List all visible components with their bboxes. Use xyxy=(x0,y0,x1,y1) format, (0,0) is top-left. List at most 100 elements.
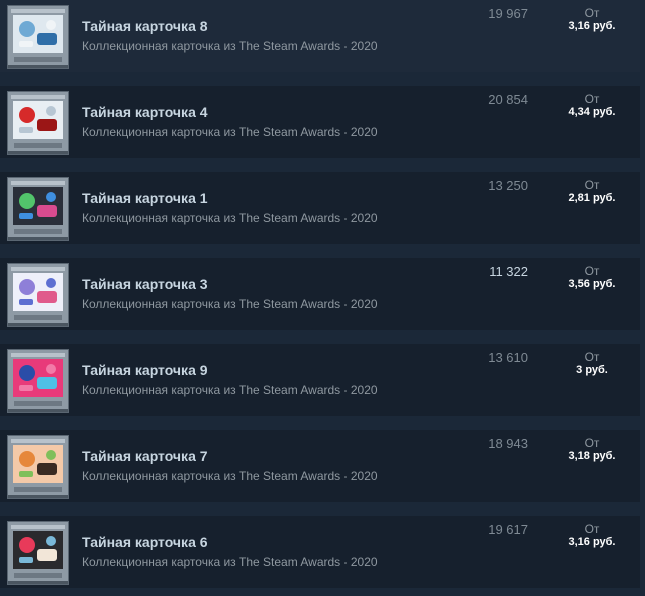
card-art-shape xyxy=(19,21,35,37)
red-vehicle-card-art xyxy=(19,106,57,133)
card-art-shape xyxy=(19,471,33,477)
card-frame-edge xyxy=(8,495,68,498)
card-art-shape xyxy=(46,364,56,374)
card-footer-strip xyxy=(14,143,62,148)
item-name[interactable]: Тайная карточка 7 xyxy=(82,448,208,464)
card-art-shape xyxy=(46,278,56,288)
price-prefix: От xyxy=(584,178,600,192)
listing-row[interactable]: Тайная карточка 3 Коллекционная карточка… xyxy=(0,258,640,330)
card-footer-strip xyxy=(14,57,62,62)
item-price: 3,56 руб. xyxy=(568,278,616,290)
listing-row[interactable]: Тайная карточка 9 Коллекционная карточка… xyxy=(0,344,640,416)
card-art-shape xyxy=(19,385,33,391)
card-art-shape xyxy=(19,299,33,305)
card-art-shape xyxy=(46,536,56,546)
listing-row[interactable]: Тайная карточка 1 Коллекционная карточка… xyxy=(0,172,640,244)
card-header-strip xyxy=(11,439,65,443)
card-header-strip xyxy=(11,95,65,99)
item-price: 2,81 руб. xyxy=(568,192,616,204)
card-footer-strip xyxy=(14,401,62,406)
card-footer-strip xyxy=(14,573,62,578)
card-art xyxy=(13,15,63,53)
card-header-strip xyxy=(11,525,65,529)
item-quantity: 13 250 xyxy=(488,178,528,193)
card-art-shape xyxy=(19,279,35,295)
card-art-shape xyxy=(19,537,35,553)
card-art-shape xyxy=(46,192,56,202)
price-prefix: От xyxy=(584,92,600,106)
price-prefix: От xyxy=(584,6,600,20)
item-quantity: 18 943 xyxy=(488,436,528,451)
card-art-shape xyxy=(37,291,57,303)
price-prefix: От xyxy=(584,436,600,450)
item-game: Коллекционная карточка из The Steam Awar… xyxy=(82,211,378,225)
card-footer-strip xyxy=(14,315,62,320)
pattern-card-art xyxy=(19,278,57,305)
item-game: Коллекционная карточка из The Steam Awar… xyxy=(82,125,378,139)
card-art-shape xyxy=(46,20,56,30)
card-frame-edge xyxy=(8,151,68,154)
item-game: Коллекционная карточка из The Steam Awar… xyxy=(82,555,378,569)
card-art-shape xyxy=(19,557,33,563)
card-frame-edge xyxy=(8,409,68,412)
card-header-strip xyxy=(11,9,65,13)
space-card-art xyxy=(19,536,57,563)
item-game: Коллекционная карточка из The Steam Awar… xyxy=(82,469,378,483)
card-art xyxy=(13,187,63,225)
listing-row[interactable]: Тайная карточка 8 Коллекционная карточка… xyxy=(0,0,640,72)
faces-grid-card-art xyxy=(19,192,57,219)
item-name[interactable]: Тайная карточка 3 xyxy=(82,276,208,292)
card-thumbnail xyxy=(7,5,69,69)
card-art-shape xyxy=(37,205,57,217)
card-frame-edge xyxy=(8,65,68,68)
item-name[interactable]: Тайная карточка 8 xyxy=(82,18,208,34)
item-name[interactable]: Тайная карточка 6 xyxy=(82,534,208,550)
card-art-shape xyxy=(19,41,33,47)
card-art-shape xyxy=(46,106,56,116)
snail-card-art xyxy=(19,364,57,391)
price-prefix: От xyxy=(584,264,600,278)
card-art xyxy=(13,273,63,311)
listing-row[interactable]: Тайная карточка 7 Коллекционная карточка… xyxy=(0,430,640,502)
item-name[interactable]: Тайная карточка 4 xyxy=(82,104,208,120)
card-thumbnail xyxy=(7,177,69,241)
card-thumbnail xyxy=(7,263,69,327)
card-thumbnail xyxy=(7,521,69,585)
card-art-shape xyxy=(46,450,56,460)
card-footer-strip xyxy=(14,229,62,234)
veggie-card-art xyxy=(19,450,57,477)
card-thumbnail xyxy=(7,435,69,499)
card-art-shape xyxy=(37,463,57,475)
card-art-shape xyxy=(37,33,57,45)
item-quantity: 19 617 xyxy=(488,522,528,537)
item-price: 4,34 руб. xyxy=(568,106,616,118)
card-header-strip xyxy=(11,267,65,271)
item-game: Коллекционная карточка из The Steam Awar… xyxy=(82,39,378,53)
listing-row[interactable]: Тайная карточка 4 Коллекционная карточка… xyxy=(0,86,640,158)
card-art-shape xyxy=(19,107,35,123)
item-quantity: 13 610 xyxy=(488,350,528,365)
item-quantity: 19 967 xyxy=(488,6,528,21)
item-game: Коллекционная карточка из The Steam Awar… xyxy=(82,297,378,311)
scrollbar-track[interactable] xyxy=(640,0,645,596)
card-art-shape xyxy=(37,119,57,131)
price-prefix: От xyxy=(584,522,600,536)
ice-scene-card-art xyxy=(19,20,57,47)
card-art-shape xyxy=(19,193,35,209)
card-frame-edge xyxy=(8,581,68,584)
card-art-shape xyxy=(19,451,35,467)
item-price: 3,16 руб. xyxy=(568,536,616,548)
market-listing: Тайная карточка 8 Коллекционная карточка… xyxy=(0,0,645,596)
card-frame-edge xyxy=(8,237,68,240)
item-quantity: 11 322 xyxy=(489,264,528,279)
card-art-shape xyxy=(37,377,57,389)
card-art xyxy=(13,531,63,569)
card-thumbnail xyxy=(7,349,69,413)
item-price: 3,16 руб. xyxy=(568,20,616,32)
item-name[interactable]: Тайная карточка 1 xyxy=(82,190,208,206)
listing-row[interactable]: Тайная карточка 6 Коллекционная карточка… xyxy=(0,516,640,588)
item-game: Коллекционная карточка из The Steam Awar… xyxy=(82,383,378,397)
item-quantity: 20 854 xyxy=(488,92,528,107)
item-name[interactable]: Тайная карточка 9 xyxy=(82,362,208,378)
card-art-shape xyxy=(19,365,35,381)
